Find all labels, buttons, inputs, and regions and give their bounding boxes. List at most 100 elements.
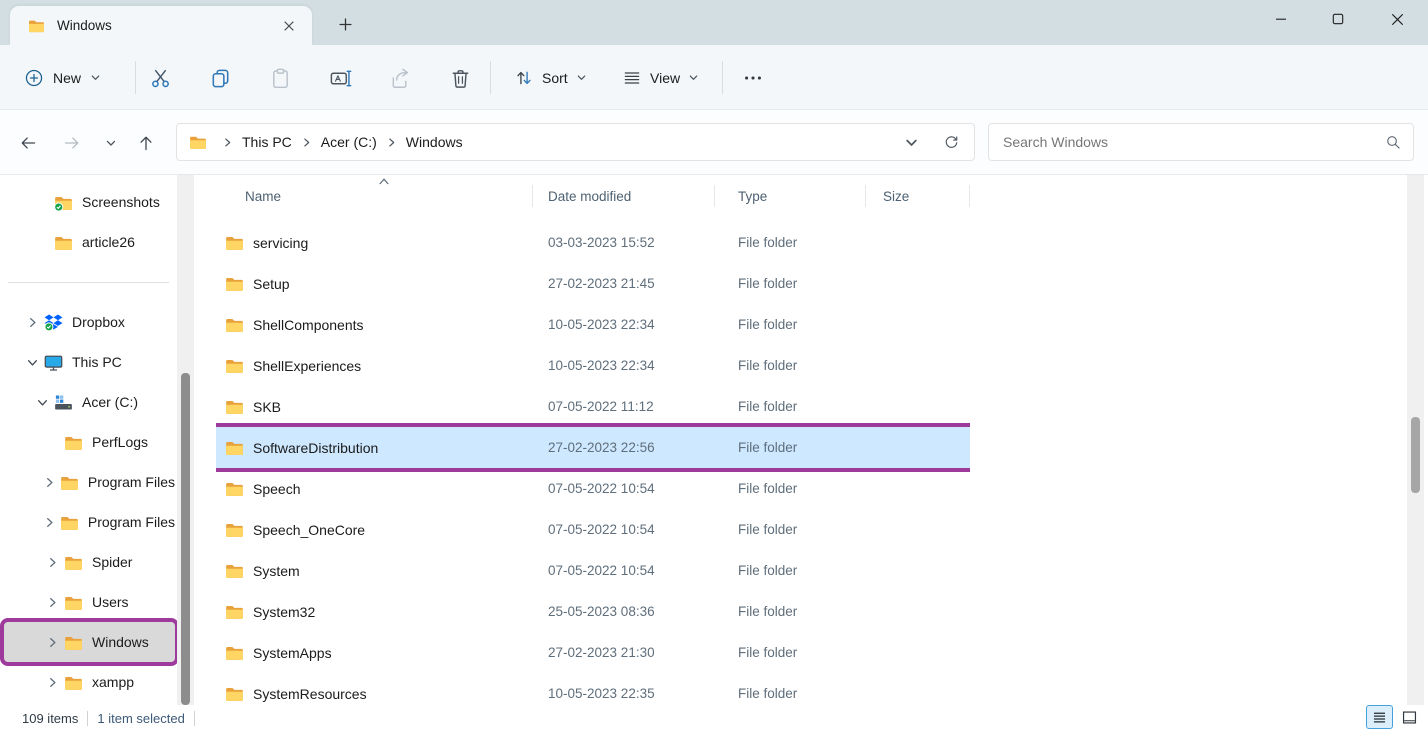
file-row-systemresources[interactable]: SystemResources10-05-2023 22:35File fold… — [216, 673, 970, 705]
sort-button[interactable]: Sort — [504, 59, 597, 96]
chevron-spacer — [30, 236, 54, 248]
file-row-skb[interactable]: SKB07-05-2022 11:12File folder — [216, 386, 970, 427]
sidebar-item-article26[interactable]: article26 — [4, 222, 175, 262]
new-tab-button[interactable] — [332, 11, 358, 37]
file-row-system32[interactable]: System3225-05-2023 08:36File folder — [216, 591, 970, 632]
tab-close-icon[interactable] — [276, 13, 302, 39]
rename-button[interactable] — [320, 58, 360, 98]
chevron-right-icon[interactable] — [40, 476, 60, 488]
file-name: Speech_OneCore — [253, 522, 365, 538]
file-row-speech-onecore[interactable]: Speech_OneCore07-05-2022 10:54File folde… — [216, 509, 970, 550]
close-button[interactable] — [1377, 4, 1417, 34]
address-row: This PC Acer (C:) Windows — [0, 110, 1428, 175]
file-date-modified: 27-02-2023 21:30 — [533, 632, 715, 673]
chevron-right-icon[interactable] — [40, 596, 64, 608]
column-header-size[interactable]: Size — [866, 178, 970, 214]
sidebar-item-label: Acer (C:) — [82, 394, 138, 410]
search-box[interactable] — [988, 123, 1414, 161]
chevron-right-icon[interactable] — [20, 316, 44, 328]
breadcrumb-this-pc[interactable]: This PC — [240, 131, 294, 153]
file-size — [866, 263, 970, 304]
sort-ascending-caret-icon — [378, 177, 390, 186]
file-type: File folder — [715, 222, 866, 263]
minimize-button[interactable] — [1261, 4, 1301, 34]
chevron-spacer — [40, 436, 64, 448]
search-icon[interactable] — [1385, 134, 1401, 150]
copy-button[interactable] — [200, 58, 240, 98]
chevron-right-icon[interactable] — [40, 516, 60, 528]
chevron-right-icon[interactable] — [386, 137, 397, 148]
sidebar-item-label: Windows — [92, 634, 149, 650]
sidebar-item-windows[interactable]: Windows — [4, 622, 175, 662]
sidebar-divider — [0, 262, 177, 302]
file-row-system[interactable]: System07-05-2022 10:54File folder — [216, 550, 970, 591]
thumbnails-view-button[interactable] — [1396, 705, 1423, 729]
cut-button[interactable] — [140, 58, 180, 98]
file-size — [866, 673, 970, 705]
chevron-right-icon[interactable] — [301, 137, 312, 148]
sidebar-item-users[interactable]: Users — [4, 582, 175, 622]
sidebar-item-perflogs[interactable]: PerfLogs — [4, 422, 175, 462]
column-header-type[interactable]: Type — [715, 178, 866, 214]
folder-icon — [28, 17, 45, 34]
sidebar-item-this-pc[interactable]: This PC — [4, 342, 175, 382]
maximize-button[interactable] — [1318, 4, 1358, 34]
file-name-cell: Speech — [216, 468, 533, 509]
file-name: System32 — [253, 604, 315, 620]
column-header-name[interactable]: Name — [216, 178, 533, 214]
main-scrollbar-thumb[interactable] — [1411, 417, 1420, 493]
details-view-button[interactable] — [1366, 705, 1393, 729]
file-row-setup[interactable]: Setup27-02-2023 21:45File folder — [216, 263, 970, 304]
chevron-down-icon[interactable] — [30, 396, 54, 408]
sort-button-label: Sort — [542, 70, 568, 86]
file-row-shellexperiences[interactable]: ShellExperiences10-05-2023 22:34File fol… — [216, 345, 970, 386]
up-button[interactable] — [130, 127, 162, 159]
chevron-right-icon[interactable] — [40, 636, 64, 648]
recent-locations-button[interactable] — [95, 127, 127, 159]
folder-icon — [64, 673, 83, 692]
forward-button[interactable] — [56, 127, 88, 159]
file-date-modified: 03-03-2023 15:52 — [533, 222, 715, 263]
file-list: servicing03-03-2023 15:52File folderSetu… — [216, 222, 970, 705]
sidebar-item-program-files[interactable]: Program Files — [4, 462, 175, 502]
sidebar-item-xampp[interactable]: xampp — [4, 662, 175, 702]
sidebar-item-spider[interactable]: Spider — [4, 542, 175, 582]
file-date-modified: 07-05-2022 11:12 — [533, 386, 715, 427]
sidebar-item-screenshots[interactable]: Screenshots — [4, 182, 175, 222]
toolbar-separator — [135, 61, 136, 94]
file-row-systemapps[interactable]: SystemApps27-02-2023 21:30File folder — [216, 632, 970, 673]
file-row-speech[interactable]: Speech07-05-2022 10:54File folder — [216, 468, 970, 509]
search-input[interactable] — [1003, 134, 1385, 150]
sidebar-item-program-files[interactable]: Program Files — [4, 502, 175, 542]
address-dropdown-button[interactable] — [898, 129, 924, 155]
file-type: File folder — [715, 591, 866, 632]
file-type: File folder — [715, 550, 866, 591]
chevron-right-icon[interactable] — [222, 137, 233, 148]
file-name-cell: Speech_OneCore — [216, 509, 533, 550]
paste-button[interactable] — [260, 58, 300, 98]
sidebar-item-label: Spider — [92, 554, 132, 570]
file-row-softwaredistribution[interactable]: SoftwareDistribution27-02-2023 22:56File… — [216, 427, 970, 468]
breadcrumb-windows[interactable]: Windows — [404, 131, 465, 153]
column-header-date-modified[interactable]: Date modified — [533, 178, 715, 214]
new-button[interactable]: New — [14, 59, 111, 96]
file-row-shellcomponents[interactable]: ShellComponents10-05-2023 22:34File fold… — [216, 304, 970, 345]
file-size — [866, 304, 970, 345]
folder-icon — [64, 433, 83, 452]
sidebar-scrollbar-thumb[interactable] — [181, 373, 190, 705]
sidebar-item-dropbox[interactable]: Dropbox — [4, 302, 175, 342]
view-button[interactable]: View — [612, 59, 709, 96]
breadcrumb-acer-c[interactable]: Acer (C:) — [319, 131, 379, 153]
back-button[interactable] — [12, 127, 44, 159]
address-bar[interactable]: This PC Acer (C:) Windows — [176, 123, 975, 161]
sidebar-item-acer-c[interactable]: Acer (C:) — [4, 382, 175, 422]
chevron-right-icon[interactable] — [40, 676, 64, 688]
file-row-servicing[interactable]: servicing03-03-2023 15:52File folder — [216, 222, 970, 263]
chevron-right-icon[interactable] — [40, 556, 64, 568]
chevron-down-icon[interactable] — [20, 356, 44, 368]
explorer-tab[interactable]: Windows — [10, 6, 312, 45]
more-options-button[interactable] — [733, 58, 773, 98]
share-button[interactable] — [380, 58, 420, 98]
delete-button[interactable] — [440, 58, 480, 98]
refresh-button[interactable] — [938, 129, 964, 155]
